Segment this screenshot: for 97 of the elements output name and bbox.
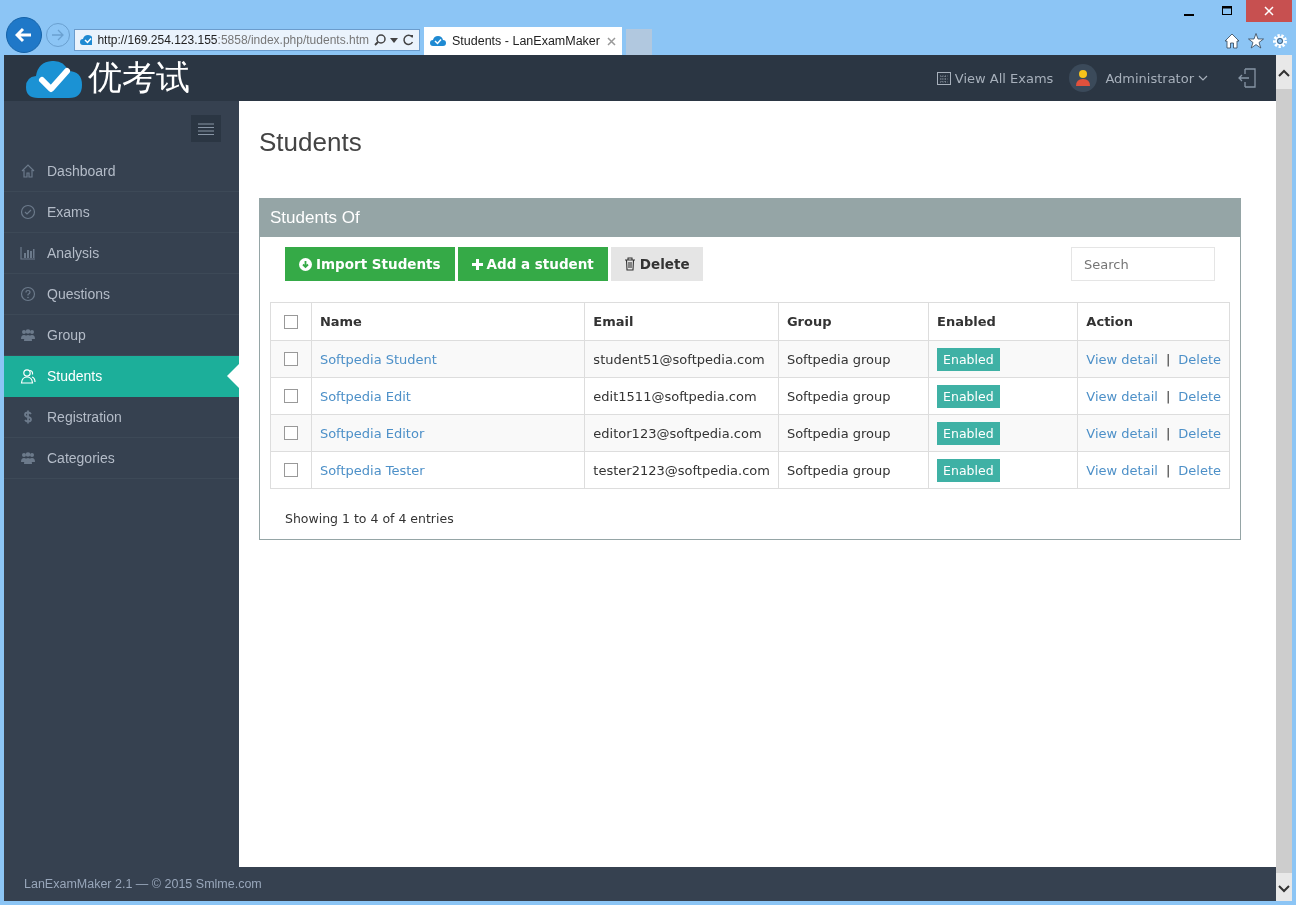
house-icon bbox=[19, 163, 37, 179]
plus-icon bbox=[471, 258, 483, 270]
student-name-link[interactable]: Softpedia Student bbox=[319, 351, 437, 367]
sidebar-item[interactable]: Analysis bbox=[4, 233, 239, 274]
menu-toggle-button[interactable] bbox=[191, 115, 221, 142]
user-outline-icon bbox=[19, 368, 37, 384]
maximize-icon bbox=[1222, 6, 1232, 16]
sidebar-item[interactable]: Dashboard bbox=[4, 151, 239, 192]
status-badge: Enabled bbox=[937, 421, 1000, 445]
table-cell: tester2123@softpedia.com bbox=[584, 451, 779, 489]
refresh-icon[interactable] bbox=[402, 34, 414, 46]
table-cell: Softpedia group bbox=[778, 414, 929, 452]
address-bar[interactable]: http://169.254.123.155:5858/index.php/tudents.htm bbox=[74, 29, 420, 51]
column-header: Name bbox=[311, 302, 585, 341]
chevron-down-icon bbox=[1198, 75, 1208, 81]
table-cell: Softpedia group bbox=[778, 451, 929, 489]
toolbar-button[interactable]: Delete bbox=[610, 247, 703, 281]
delete-link[interactable]: Delete bbox=[1178, 351, 1221, 367]
user-avatar[interactable] bbox=[1069, 64, 1098, 92]
table-cell: student51@softpedia.com bbox=[584, 340, 779, 378]
column-header: Group bbox=[778, 302, 929, 341]
scroll-up-icon[interactable] bbox=[1278, 69, 1290, 77]
table-cell: edit1511@softpedia.com bbox=[584, 377, 779, 415]
view-detail-link[interactable]: View detail bbox=[1086, 388, 1158, 404]
close-tab-icon[interactable] bbox=[607, 36, 616, 46]
logout-icon[interactable] bbox=[1238, 68, 1256, 88]
star-icon[interactable] bbox=[1248, 33, 1264, 49]
entries-info: Showing 1 to 4 of 4 entries bbox=[284, 510, 455, 528]
browser-tab[interactable]: Students - LanExamMaker bbox=[424, 27, 622, 55]
row-checkbox[interactable] bbox=[283, 389, 298, 403]
delete-link[interactable]: Delete bbox=[1178, 388, 1221, 404]
delete-link[interactable]: Delete bbox=[1178, 462, 1221, 478]
close-icon bbox=[1264, 6, 1274, 16]
student-name-link[interactable]: Softpedia Tester bbox=[319, 462, 425, 478]
row-checkbox[interactable] bbox=[283, 352, 298, 366]
search-icon[interactable] bbox=[374, 34, 386, 46]
scrollbar[interactable] bbox=[1276, 55, 1292, 901]
calendar-icon bbox=[936, 71, 951, 85]
student-name-link[interactable]: Softpedia Edit bbox=[319, 388, 411, 404]
panel-title: Students Of bbox=[260, 199, 1240, 237]
select-all-checkbox[interactable] bbox=[283, 314, 298, 329]
bar-chart-icon bbox=[19, 245, 37, 261]
view-all-exams-link[interactable]: View All Exams bbox=[936, 70, 1054, 86]
footer-text: LanExamMaker 2.1 — © 2015 Smlme.com bbox=[24, 877, 262, 891]
table-cell: Softpedia group bbox=[778, 340, 929, 378]
sidebar-item[interactable]: Registration bbox=[4, 397, 239, 438]
right-arrow-icon bbox=[51, 29, 65, 41]
menu-icon bbox=[198, 122, 214, 135]
url-text: http://169.254.123.155:5858/index.php/tudents.htm bbox=[97, 33, 369, 47]
sidebar-item[interactable]: Exams bbox=[4, 192, 239, 233]
cloud-check-icon bbox=[80, 34, 93, 46]
users-icon bbox=[19, 450, 37, 466]
status-badge: Enabled bbox=[937, 458, 1000, 482]
sidebar-item[interactable]: Categories bbox=[4, 438, 239, 479]
separator: | bbox=[1165, 462, 1171, 478]
delete-link[interactable]: Delete bbox=[1178, 425, 1221, 441]
table-cell: Softpedia group bbox=[778, 377, 929, 415]
users-icon bbox=[19, 327, 37, 343]
column-header: Email bbox=[584, 302, 779, 341]
user-menu[interactable]: Administrator bbox=[1105, 70, 1208, 86]
home-icon[interactable] bbox=[1224, 33, 1240, 49]
cloud-check-icon bbox=[430, 35, 446, 47]
separator: | bbox=[1165, 388, 1171, 404]
question-circle-icon bbox=[19, 286, 37, 302]
check-circle-icon bbox=[19, 204, 37, 220]
cloud-check-logo-icon bbox=[26, 58, 82, 98]
dropdown-icon[interactable] bbox=[390, 37, 398, 43]
search-field[interactable]: Search bbox=[1071, 247, 1215, 281]
column-header: Enabled bbox=[928, 302, 1078, 341]
sidebar-item[interactable]: Questions bbox=[4, 274, 239, 315]
student-name-link[interactable]: Softpedia Editor bbox=[319, 425, 425, 441]
settings-icon[interactable] bbox=[1272, 33, 1288, 49]
left-arrow-icon bbox=[15, 27, 33, 43]
status-badge: Enabled bbox=[937, 347, 1000, 371]
separator: | bbox=[1165, 425, 1171, 441]
minimize-icon bbox=[1184, 14, 1194, 16]
download-circle-icon bbox=[299, 257, 312, 271]
column-header: Action bbox=[1077, 302, 1230, 341]
toolbar-button[interactable]: Import Students bbox=[285, 247, 455, 281]
toolbar-button[interactable]: Add a student bbox=[457, 247, 608, 281]
back-button[interactable] bbox=[6, 17, 42, 53]
scroll-down-icon[interactable] bbox=[1278, 885, 1290, 893]
table-cell: editor123@softpedia.com bbox=[584, 414, 779, 452]
status-badge: Enabled bbox=[937, 384, 1000, 408]
view-detail-link[interactable]: View detail bbox=[1086, 425, 1158, 441]
trash-icon bbox=[623, 257, 636, 271]
row-checkbox[interactable] bbox=[283, 426, 298, 440]
logo-text: 优考试 bbox=[88, 56, 190, 99]
view-detail-link[interactable]: View detail bbox=[1086, 351, 1158, 367]
row-checkbox[interactable] bbox=[283, 463, 298, 477]
person-icon bbox=[1075, 69, 1092, 87]
sidebar-item[interactable]: Students bbox=[4, 356, 239, 397]
tab-title: Students - LanExamMaker bbox=[452, 34, 600, 48]
page-title: Students bbox=[259, 127, 363, 158]
active-pointer-icon bbox=[227, 364, 239, 388]
view-detail-link[interactable]: View detail bbox=[1086, 462, 1158, 478]
separator: | bbox=[1165, 351, 1171, 367]
